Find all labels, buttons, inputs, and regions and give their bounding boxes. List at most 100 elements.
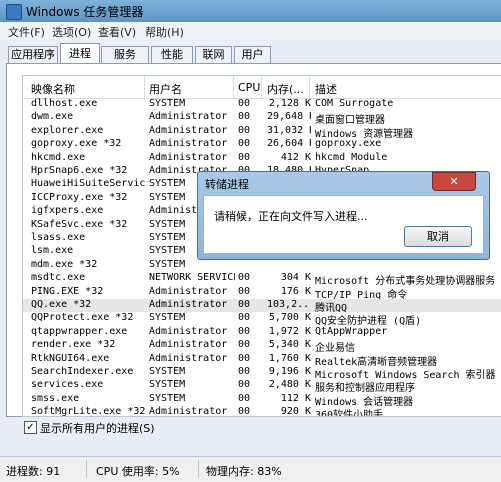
menu-view[interactable]: 查看(V) bbox=[98, 24, 136, 40]
table-row[interactable]: RtkNGUI64.exe Administrator 00 1,760 K Realt… bbox=[23, 352, 501, 368]
column-divider[interactable] bbox=[144, 76, 145, 98]
table-row[interactable]: goproxy.exe *32 Administrator 00 26,604 K go… bbox=[23, 138, 501, 151]
status-physical-memory: 物理内存: 83% bbox=[206, 465, 282, 478]
cell-image-name: smss.exe bbox=[31, 392, 80, 404]
cell-image-name: mdm.exe *32 bbox=[31, 258, 98, 270]
status-divider bbox=[198, 460, 199, 478]
dialog-message: 请稍候，正在向文件写入进程... bbox=[214, 210, 368, 223]
cell-cpu: 00 bbox=[238, 138, 251, 150]
table-row[interactable]: smss.exe SYSTEM 00 112 K Windows 会话管理器 bbox=[23, 392, 501, 408]
cell-description: hkcmd Module bbox=[315, 151, 388, 163]
table-row[interactable]: mdm.exe *32 SYSTEM bbox=[23, 259, 501, 272]
show-all-users-checkbox[interactable]: ✓ bbox=[24, 421, 37, 434]
cell-memory: 412 K bbox=[280, 151, 311, 163]
cell-memory: 112 K bbox=[280, 392, 311, 404]
tab-strip: 应用程序 进程 服务 性能 联网 用户 bbox=[6, 43, 501, 64]
cell-cpu: 00 bbox=[238, 366, 251, 377]
table-row[interactable]: dwm.exe Administrator 00 29,648 K 桌面窗口管理器 bbox=[23, 111, 501, 126]
menu-file[interactable]: 文件(F) bbox=[8, 24, 45, 40]
cell-description: goproxy.exe bbox=[315, 138, 382, 150]
cell-user-name: SYSTEM bbox=[149, 379, 186, 391]
cell-description: 360软件小助手 bbox=[315, 410, 384, 417]
column-user-name[interactable]: 用户名 bbox=[149, 81, 182, 97]
cell-cpu: 00 bbox=[238, 392, 251, 404]
cell-memory: 920 K bbox=[280, 406, 311, 417]
cell-cpu: 00 bbox=[238, 111, 251, 123]
cell-memory: 29,648 K bbox=[267, 111, 311, 123]
title-bar[interactable]: Windows 任务管理器 bbox=[0, 0, 501, 22]
table-row[interactable]: QQ.exe *32 Administrator 00 103,2... 腾讯QQ bbox=[23, 299, 501, 314]
table-row[interactable]: QQProtect.exe *32 SYSTEM 00 5,700 K QQ安全防护进程… bbox=[23, 312, 501, 327]
cell-image-name: msdtc.exe bbox=[31, 272, 86, 284]
cell-description: QtAppWrapper bbox=[315, 325, 388, 337]
list-header: 映像名称 用户名 CPU 内存(... 描述 bbox=[23, 76, 501, 99]
tab-users[interactable]: 用户 bbox=[234, 46, 271, 63]
cell-image-name: QQProtect.exe *32 bbox=[31, 312, 134, 324]
menu-bar: 文件(F) 选项(O) 查看(V) 帮助(H) bbox=[0, 22, 501, 40]
cell-cpu: 00 bbox=[238, 325, 251, 337]
cell-cpu: 00 bbox=[238, 151, 251, 163]
table-row[interactable]: PING.EXE *32 Administrator 00 176 K TCP/IP P… bbox=[23, 285, 501, 301]
cell-memory: 2,480 K bbox=[268, 379, 311, 391]
tab-processes[interactable]: 进程 bbox=[60, 43, 100, 64]
table-row[interactable]: SoftMgrLite.exe *32 Administrator 00 920 K 3… bbox=[23, 406, 501, 417]
cell-image-name: services.exe bbox=[31, 379, 104, 391]
table-row[interactable]: render.exe *32 Administrator 00 5,340 K 企业易信 bbox=[23, 339, 501, 354]
dump-process-dialog: 转储进程 ✕ 请稍候，正在向文件写入进程... 取消 bbox=[197, 171, 490, 260]
cell-image-name: dllhost.exe bbox=[31, 98, 98, 109]
cell-cpu: 00 bbox=[238, 406, 251, 417]
cell-cpu: 00 bbox=[238, 299, 251, 310]
cell-cpu: 00 bbox=[238, 272, 251, 284]
close-icon[interactable]: ✕ bbox=[432, 172, 476, 191]
column-cpu[interactable]: CPU bbox=[238, 81, 260, 94]
cell-memory: 5,700 K bbox=[268, 312, 311, 324]
cell-cpu: 00 bbox=[238, 339, 251, 351]
table-row[interactable]: SearchIndexer.exe SYSTEM 00 9,196 K Microsof… bbox=[23, 366, 501, 381]
status-cpu-usage: CPU 使用率: 5% bbox=[96, 465, 180, 478]
tab-performance[interactable]: 性能 bbox=[151, 46, 193, 63]
cell-image-name: qtappwrapper.exe bbox=[31, 325, 128, 337]
table-row[interactable]: explorer.exe Administrator 00 31,032 K Windo… bbox=[23, 124, 501, 140]
table-row[interactable]: dllhost.exe SYSTEM 00 2,128 K COM Surrogate bbox=[23, 98, 501, 111]
cell-user-name: Administrator bbox=[149, 111, 228, 123]
show-all-users-label[interactable]: 显示所有用户的进程(S) bbox=[40, 420, 155, 436]
cell-cpu: 00 bbox=[238, 98, 251, 109]
column-divider[interactable] bbox=[233, 76, 234, 98]
cell-image-name: render.exe *32 bbox=[31, 339, 116, 351]
column-image-name[interactable]: 映像名称 bbox=[31, 81, 75, 97]
column-divider[interactable] bbox=[309, 76, 310, 98]
cell-user-name: Administrator bbox=[149, 352, 228, 364]
table-row[interactable]: msdtc.exe NETWORK SERVICE 00 304 K Microsoft… bbox=[23, 272, 501, 287]
cell-image-name: lsm.exe bbox=[31, 245, 74, 257]
cell-image-name: PING.EXE *32 bbox=[31, 285, 104, 297]
cell-user-name: NETWORK SERVICE bbox=[149, 272, 235, 284]
menu-help[interactable]: 帮助(H) bbox=[145, 24, 184, 40]
cell-user-name: SYSTEM bbox=[149, 98, 186, 109]
tab-applications[interactable]: 应用程序 bbox=[8, 46, 58, 63]
cell-user-name: Administrator bbox=[149, 406, 228, 417]
dialog-title: 转储进程 bbox=[205, 178, 249, 191]
tab-services[interactable]: 服务 bbox=[101, 46, 149, 63]
cancel-button[interactable]: 取消 bbox=[404, 226, 472, 247]
column-memory[interactable]: 内存(... bbox=[267, 81, 304, 97]
cell-image-name: QQ.exe *32 bbox=[31, 299, 92, 310]
cell-image-name: lsass.exe bbox=[31, 232, 86, 243]
task-manager-icon bbox=[6, 4, 22, 20]
cell-memory: 1,972 K bbox=[268, 325, 311, 337]
menu-options[interactable]: 选项(O) bbox=[52, 24, 91, 40]
cell-image-name: hkcmd.exe bbox=[31, 151, 86, 163]
dialog-body: 请稍候，正在向文件写入进程... 取消 bbox=[203, 195, 484, 254]
cell-image-name: dwm.exe bbox=[31, 111, 74, 123]
column-divider[interactable] bbox=[261, 76, 262, 98]
table-row[interactable]: services.exe SYSTEM 00 2,480 K 服务和控制器应用程序 bbox=[23, 379, 501, 394]
cell-description: COM Surrogate bbox=[315, 98, 394, 109]
column-description[interactable]: 描述 bbox=[315, 81, 337, 97]
cell-memory: 31,032 K bbox=[267, 124, 311, 136]
table-row[interactable]: hkcmd.exe Administrator 00 412 K hkcmd Modul… bbox=[23, 152, 501, 165]
cell-image-name: HprSnap6.exe *32 bbox=[31, 165, 128, 176]
cell-image-name: explorer.exe bbox=[31, 124, 104, 136]
cell-memory: 1,760 K bbox=[268, 352, 311, 364]
table-row[interactable]: qtappwrapper.exe Administrator 00 1,972 K Qt… bbox=[23, 326, 501, 339]
cell-memory: 304 K bbox=[280, 272, 311, 284]
tab-networking[interactable]: 联网 bbox=[195, 46, 232, 63]
